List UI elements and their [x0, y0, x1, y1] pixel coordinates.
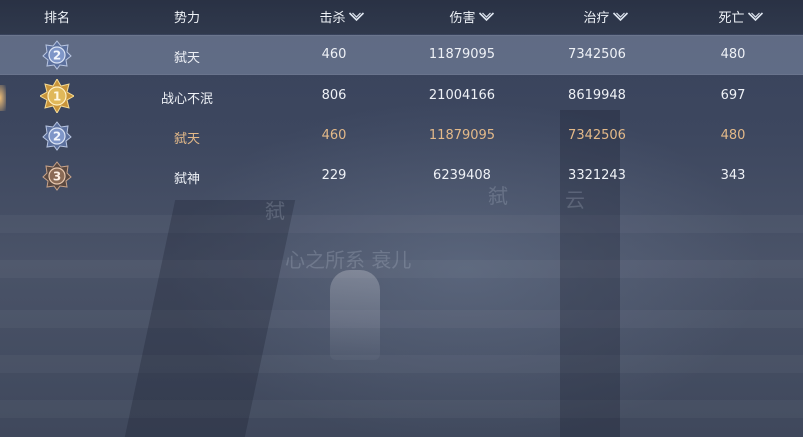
healing-cell: 8619948 [568, 88, 626, 103]
svg-text:2: 2 [53, 130, 61, 144]
damage-cell: 11879095 [428, 47, 496, 62]
column-header-healing[interactable]: 治疗 [583, 7, 629, 26]
column-header-label: 治疗 [583, 11, 610, 26]
rank-badge-silver-icon: 2 [42, 121, 72, 151]
background-stripe [0, 400, 803, 418]
healing-cell: 7342506 [568, 47, 626, 62]
sort-chevron-icon[interactable] [478, 11, 495, 22]
damage-cell: 21004166 [428, 88, 496, 103]
rank-badge-silver-icon: 2 [42, 40, 72, 70]
kills-cell: 460 [321, 128, 347, 143]
rank-badge-bronze-icon: 3 [42, 161, 72, 191]
faction-cell: 弑天 [173, 51, 201, 66]
column-header-label: 击杀 [319, 11, 346, 26]
sort-chevron-icon[interactable] [348, 11, 365, 22]
faction-cell: 战心不泯 [160, 92, 214, 107]
column-header-deaths[interactable]: 死亡 [718, 7, 764, 26]
rank-badge-gold-icon: 1 [40, 79, 74, 113]
damage-cell: 6239408 [433, 168, 491, 183]
svg-text:1: 1 [53, 90, 61, 104]
faction-cell: 弑天 [173, 132, 201, 147]
deaths-cell: 343 [720, 168, 746, 183]
scoreboard-row[interactable]: 2 弑天 460 11879095 7342506 480 [0, 35, 803, 75]
kills-cell: 229 [321, 168, 347, 183]
damage-cell: 11879095 [428, 128, 496, 143]
svg-text:3: 3 [53, 170, 61, 184]
deaths-cell: 480 [720, 128, 746, 143]
svg-text:2: 2 [53, 49, 61, 63]
kills-cell: 806 [321, 88, 347, 103]
column-header-label: 势力 [173, 11, 201, 26]
faction-cell: 弑神 [173, 172, 201, 187]
background-stripe [0, 355, 803, 373]
column-header-rank: 排名 [44, 7, 70, 26]
scoreboard-row[interactable]: 3 弑神 229 6239408 3321243 343 [0, 156, 803, 196]
column-header-damage[interactable]: 伤害 [449, 7, 495, 26]
scoreboard-row-own[interactable]: 2 弑天 460 11879095 7342506 480 [0, 116, 803, 156]
healing-cell: 3321243 [568, 168, 626, 183]
background-stripe [0, 260, 803, 278]
background-stripe [0, 310, 803, 328]
background-name-text: 心之所系 衰儿 [285, 248, 412, 272]
scoreboard-row[interactable]: 1 战心不泯 806 21004166 8619948 697 [0, 76, 803, 116]
background-stripe [0, 215, 803, 233]
background-mark: 弑 [265, 199, 285, 223]
scoreboard-header: 排名 势力 击杀 伤害 治疗 死亡 [0, 0, 803, 34]
column-header-label: 伤害 [449, 11, 476, 26]
healing-cell: 7342506 [568, 128, 626, 143]
column-header-label: 死亡 [718, 11, 745, 26]
column-header-label: 排名 [43, 11, 71, 26]
sort-chevron-icon[interactable] [747, 11, 764, 22]
deaths-cell: 697 [720, 88, 746, 103]
background-pillar [124, 200, 296, 437]
column-header-kills[interactable]: 击杀 [319, 7, 365, 26]
sort-chevron-icon[interactable] [612, 11, 629, 22]
kills-cell: 460 [321, 47, 347, 62]
column-header-faction: 势力 [174, 7, 200, 26]
background-character [330, 270, 380, 360]
deaths-cell: 480 [720, 47, 746, 62]
